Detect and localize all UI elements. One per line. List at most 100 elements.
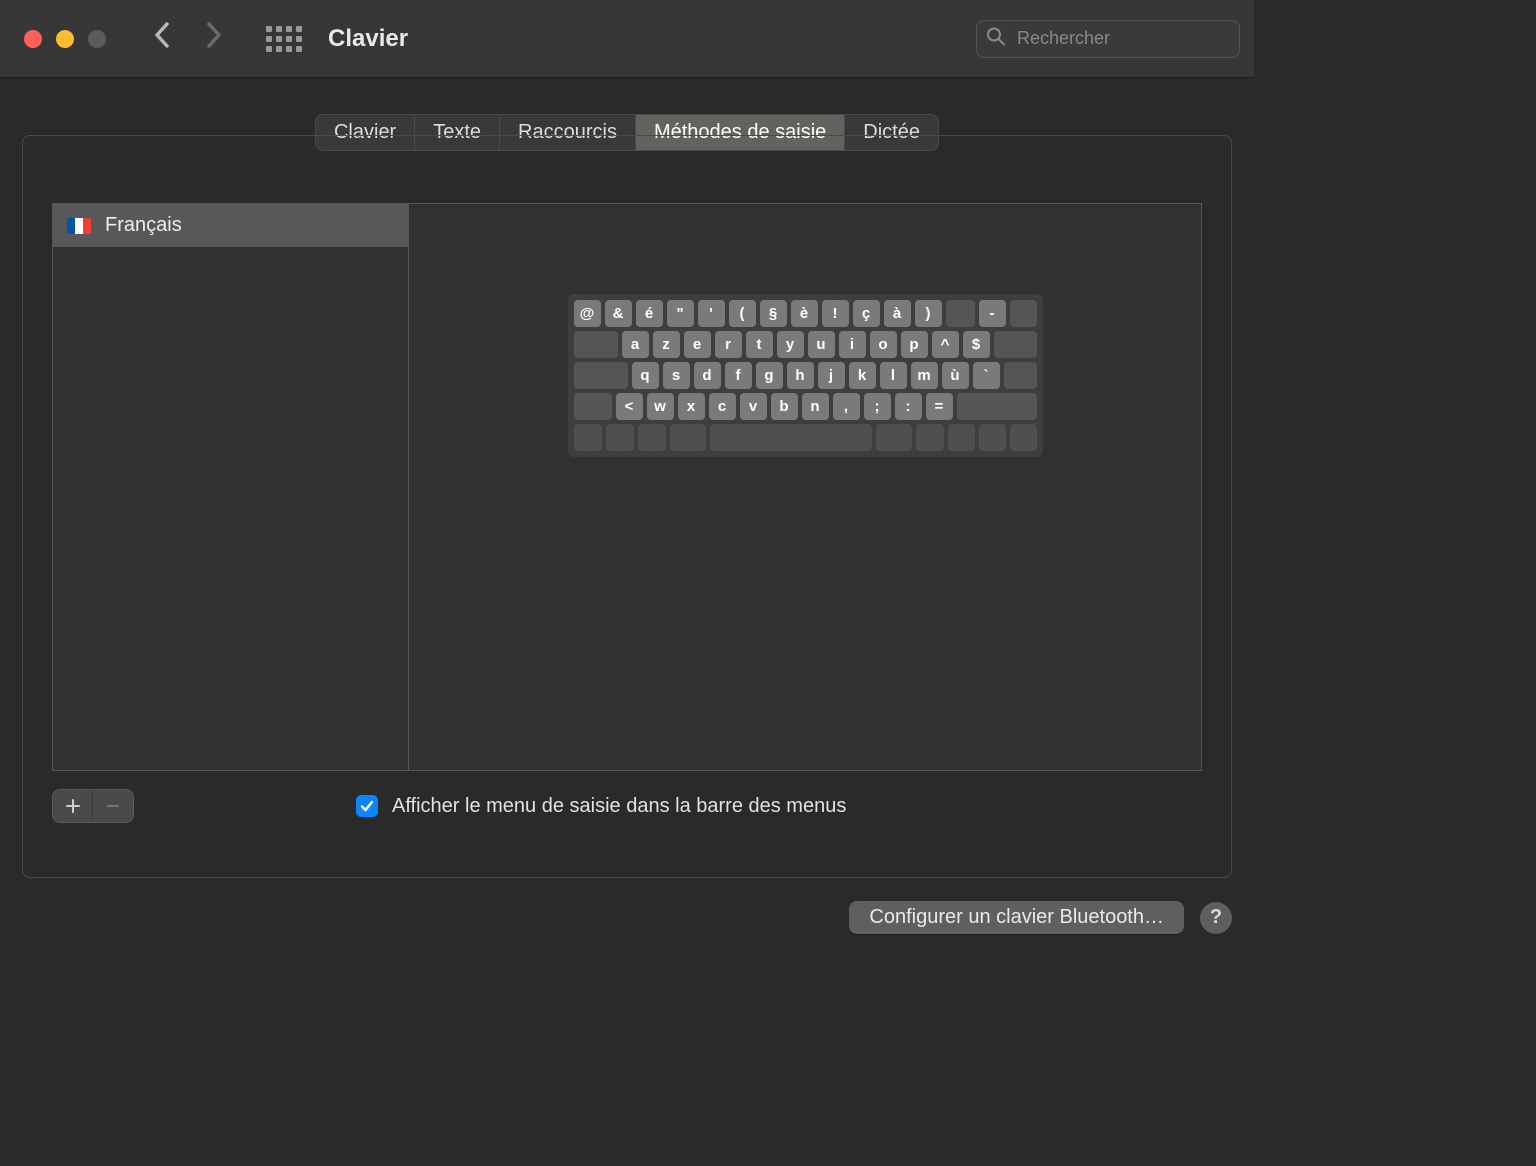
key: n bbox=[802, 393, 829, 420]
show-all-button[interactable] bbox=[266, 26, 302, 52]
close-window-button[interactable] bbox=[24, 30, 42, 48]
key: à bbox=[884, 300, 911, 327]
key-cmd-left bbox=[670, 424, 706, 451]
back-button[interactable] bbox=[154, 22, 170, 55]
tab-input-sources[interactable]: Méthodes de saisie bbox=[636, 115, 845, 150]
key: ^ bbox=[932, 331, 959, 358]
add-input-source-button[interactable] bbox=[53, 790, 93, 822]
key: q bbox=[632, 362, 659, 389]
key: v bbox=[740, 393, 767, 420]
key: ù bbox=[942, 362, 969, 389]
key-shift-right bbox=[957, 393, 1037, 420]
search-input[interactable] bbox=[976, 20, 1240, 58]
keyboard-preview: @ & é " ' ( § è ! ç à ) - bbox=[409, 204, 1201, 770]
forward-button bbox=[206, 22, 222, 55]
add-remove-buttons bbox=[52, 789, 134, 823]
key-enter bbox=[1004, 362, 1037, 389]
key: : bbox=[895, 393, 922, 420]
key-arrow bbox=[979, 424, 1006, 451]
show-input-menu-label: Afficher le menu de saisie dans la barre… bbox=[392, 795, 846, 818]
zoom-window-button bbox=[88, 30, 106, 48]
key: b bbox=[771, 393, 798, 420]
key: g bbox=[756, 362, 783, 389]
key-arrow bbox=[1010, 424, 1037, 451]
key: i bbox=[839, 331, 866, 358]
key: ' bbox=[698, 300, 725, 327]
key-capslock bbox=[574, 362, 628, 389]
key: § bbox=[760, 300, 787, 327]
key: ( bbox=[729, 300, 756, 327]
key: ` bbox=[973, 362, 1000, 389]
key-space bbox=[710, 424, 872, 451]
key: m bbox=[911, 362, 938, 389]
key: é bbox=[636, 300, 663, 327]
key: r bbox=[715, 331, 742, 358]
nav-arrows bbox=[154, 22, 222, 55]
search-icon bbox=[986, 26, 1006, 51]
key-cmd-right bbox=[876, 424, 912, 451]
minimize-window-button[interactable] bbox=[56, 30, 74, 48]
key: y bbox=[777, 331, 804, 358]
key-arrow bbox=[948, 424, 975, 451]
key-ctrl bbox=[606, 424, 634, 451]
key-fn bbox=[574, 424, 602, 451]
flag-icon bbox=[67, 218, 91, 234]
key-backspace bbox=[1010, 300, 1037, 327]
key: f bbox=[725, 362, 752, 389]
key: ç bbox=[853, 300, 880, 327]
key: & bbox=[605, 300, 632, 327]
input-sources-list[interactable]: Français bbox=[53, 204, 409, 770]
key: è bbox=[791, 300, 818, 327]
tab-text[interactable]: Texte bbox=[415, 115, 500, 150]
tab-shortcuts[interactable]: Raccourcis bbox=[500, 115, 636, 150]
key: ! bbox=[822, 300, 849, 327]
key: w bbox=[647, 393, 674, 420]
key: - bbox=[979, 300, 1006, 327]
tab-keyboard[interactable]: Clavier bbox=[316, 115, 415, 150]
key: e bbox=[684, 331, 711, 358]
key: ; bbox=[864, 393, 891, 420]
key: , bbox=[833, 393, 860, 420]
window-title: Clavier bbox=[328, 25, 408, 53]
key: z bbox=[653, 331, 680, 358]
remove-input-source-button bbox=[93, 790, 133, 822]
keyboard-layout: @ & é " ' ( § è ! ç à ) - bbox=[568, 294, 1043, 457]
traffic-lights bbox=[24, 30, 106, 48]
key: k bbox=[849, 362, 876, 389]
search-field-container bbox=[976, 20, 1240, 58]
content-panel: Français @ & é " ' ( § è ! ç à ) bbox=[52, 203, 1202, 771]
key: $ bbox=[963, 331, 990, 358]
key: j bbox=[818, 362, 845, 389]
key: c bbox=[709, 393, 736, 420]
key-shift-left bbox=[574, 393, 612, 420]
key: d bbox=[694, 362, 721, 389]
tab-dictation[interactable]: Dictée bbox=[845, 115, 938, 150]
key: ) bbox=[915, 300, 942, 327]
help-button[interactable]: ? bbox=[1200, 902, 1232, 934]
tabs: Clavier Texte Raccourcis Méthodes de sai… bbox=[315, 114, 939, 151]
key-option-left bbox=[638, 424, 666, 451]
input-source-label: Français bbox=[105, 214, 182, 237]
key-tab bbox=[574, 331, 618, 358]
input-source-item[interactable]: Français bbox=[53, 204, 408, 247]
key: x bbox=[678, 393, 705, 420]
key: t bbox=[746, 331, 773, 358]
key: p bbox=[901, 331, 928, 358]
key: h bbox=[787, 362, 814, 389]
preferences-window: Clavier Clavier Texte Raccourcis Méthode… bbox=[0, 0, 1254, 956]
key-blank bbox=[946, 300, 975, 327]
bluetooth-keyboard-button[interactable]: Configurer un clavier Bluetooth… bbox=[849, 901, 1184, 934]
key-option-right bbox=[916, 424, 944, 451]
key: a bbox=[622, 331, 649, 358]
show-input-menu-checkbox[interactable] bbox=[356, 795, 378, 817]
key: s bbox=[663, 362, 690, 389]
key: o bbox=[870, 331, 897, 358]
key: @ bbox=[574, 300, 601, 327]
key: " bbox=[667, 300, 694, 327]
key-enter-top bbox=[994, 331, 1037, 358]
key: = bbox=[926, 393, 953, 420]
titlebar: Clavier bbox=[0, 0, 1254, 78]
key: < bbox=[616, 393, 643, 420]
key: u bbox=[808, 331, 835, 358]
key: l bbox=[880, 362, 907, 389]
